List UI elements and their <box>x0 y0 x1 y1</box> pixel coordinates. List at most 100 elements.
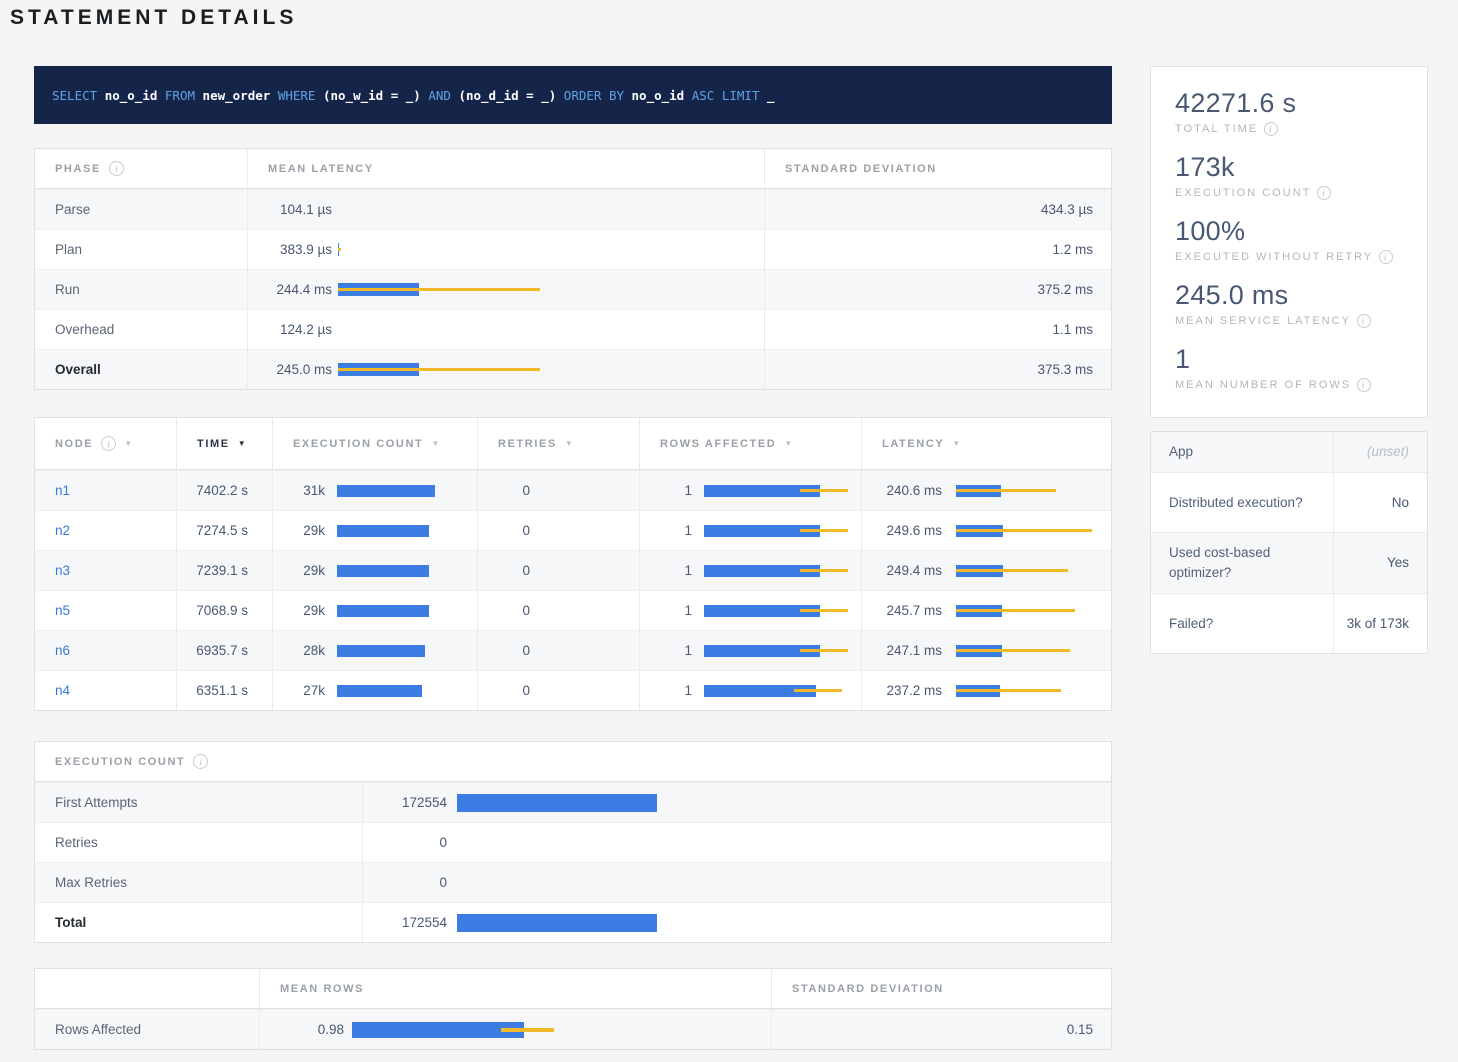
table-row: n4 6351.1 s 27k 0 1 237.2 ms <box>35 670 1111 710</box>
sql-token: WHERE <box>278 88 323 103</box>
latency-column-header[interactable]: LATENCY▼ <box>861 418 1113 469</box>
table-row: Total 172554 <box>35 902 1111 942</box>
info-icon[interactable]: i <box>193 754 208 769</box>
latency-bar <box>956 605 1099 617</box>
table-row: Rows Affected 0.98 0.15 <box>35 1009 1111 1049</box>
sort-arrow-icon: ▼ <box>952 439 960 448</box>
detail-row-distributed-execution: Distributed execution? No <box>1151 472 1427 532</box>
rows-affected-bar <box>704 565 847 577</box>
execution-count-header: EXECUTION COUNTi <box>35 742 1111 782</box>
count-bar <box>457 914 1099 932</box>
count-bar <box>457 874 1099 892</box>
sql-token: no_o_id <box>105 88 165 103</box>
table-row: n6 6935.7 s 28k 0 1 247.1 ms <box>35 630 1111 670</box>
info-icon[interactable]: i <box>109 161 124 176</box>
table-row: n1 7402.2 s 31k 0 1 240.6 ms <box>35 470 1111 510</box>
node-link[interactable]: n2 <box>55 523 70 538</box>
sql-token: SELECT <box>52 88 105 103</box>
sort-arrow-icon: ▼ <box>431 439 439 448</box>
statement-details-page: SELECT no_o_id FROM new_order WHERE (no_… <box>0 0 1458 1050</box>
details-card: App (unset) Distributed execution? No Us… <box>1150 431 1428 654</box>
count-bar <box>457 834 1099 852</box>
sort-arrow-icon: ▼ <box>238 439 246 448</box>
node-column-header[interactable]: NODEi▼ <box>35 418 176 469</box>
table-row: Plan 383.9 µs 1.2 ms <box>35 229 1111 269</box>
phase-table: PHASEi MEAN LATENCY STANDARD DEVIATION P… <box>34 148 1112 390</box>
latency-bar <box>956 685 1099 697</box>
sql-token: (no_w_id = _) <box>323 88 428 103</box>
phase-header-cell: PHASEi <box>35 149 247 188</box>
rows-affected-bar <box>704 525 847 537</box>
node-link[interactable]: n5 <box>55 603 70 618</box>
sql-token: FROM <box>165 88 203 103</box>
mean-rows-bar <box>352 1022 757 1038</box>
info-icon[interactable]: i <box>1264 122 1278 136</box>
summary-sidebar: 42271.6 s TOTAL TIMEi 173k EXECUTION COU… <box>1150 66 1428 1050</box>
table-row: n2 7274.5 s 29k 0 1 249.6 ms <box>35 510 1111 550</box>
phase-table-header: PHASEi MEAN LATENCY STANDARD DEVIATION <box>35 149 1111 189</box>
sql-token: new_order <box>203 88 278 103</box>
stat-executed-without-retry: 100% EXECUTED WITHOUT RETRYi <box>1175 215 1403 264</box>
sql-token: ASC LIMIT <box>692 88 767 103</box>
rows-affected-column-header[interactable]: ROWS AFFECTED▼ <box>639 418 861 469</box>
sort-arrow-icon: ▼ <box>784 439 792 448</box>
count-bar <box>457 794 1099 812</box>
execution-count-bar <box>337 525 463 537</box>
sql-text: SELECT no_o_id FROM new_order WHERE (no_… <box>52 88 775 103</box>
stat-mean-service-latency: 245.0 ms MEAN SERVICE LATENCYi <box>1175 279 1403 328</box>
stat-total-time: 42271.6 s TOTAL TIMEi <box>1175 87 1403 136</box>
rows-affected-bar <box>704 685 847 697</box>
node-table: NODEi▼ TIME▼ EXECUTION COUNT▼ RETRIES▼ R… <box>34 417 1112 711</box>
execution-count-column-header[interactable]: EXECUTION COUNT▼ <box>272 418 477 469</box>
table-row: Overall 245.0 ms 375.3 ms <box>35 349 1111 389</box>
table-row: Overhead 124.2 µs 1.1 ms <box>35 309 1111 349</box>
stat-mean-number-of-rows: 1 MEAN NUMBER OF ROWSi <box>1175 343 1403 392</box>
sql-token: _ <box>767 88 775 103</box>
info-icon[interactable]: i <box>1357 378 1371 392</box>
time-column-header[interactable]: TIME▼ <box>176 418 272 469</box>
latency-bar <box>338 283 750 296</box>
table-row: n5 7068.9 s 29k 0 1 245.7 ms <box>35 590 1111 630</box>
table-row: n3 7239.1 s 29k 0 1 249.4 ms <box>35 550 1111 590</box>
info-icon[interactable]: i <box>1317 186 1331 200</box>
latency-bar <box>956 525 1099 537</box>
stddev-header-cell: STANDARD DEVIATION <box>764 149 1113 188</box>
table-row: Retries 0 <box>35 822 1111 862</box>
latency-bar <box>956 485 1099 497</box>
table-row: Run 244.4 ms 375.2 ms <box>35 269 1111 309</box>
execution-count-table: EXECUTION COUNTi First Attempts 172554 R… <box>34 741 1112 943</box>
latency-bar <box>956 645 1099 657</box>
latency-bar <box>338 203 750 216</box>
node-link[interactable]: n6 <box>55 643 70 658</box>
main-column: SELECT no_o_id FROM new_order WHERE (no_… <box>34 66 1112 1050</box>
sql-token: no_o_id <box>632 88 692 103</box>
rows-affected-bar <box>704 485 847 497</box>
rows-affected-header: MEAN ROWS STANDARD DEVIATION <box>35 969 1111 1009</box>
retries-column-header[interactable]: RETRIES▼ <box>477 418 639 469</box>
execution-count-bar <box>337 565 463 577</box>
latency-bar <box>338 323 750 336</box>
stats-card: 42271.6 s TOTAL TIMEi 173k EXECUTION COU… <box>1150 66 1428 418</box>
page-title: STATEMENT DETAILS <box>10 6 297 30</box>
execution-count-bar <box>337 645 463 657</box>
node-table-header: NODEi▼ TIME▼ EXECUTION COUNT▼ RETRIES▼ R… <box>35 418 1111 470</box>
rows-affected-bar <box>704 645 847 657</box>
execution-count-bar <box>337 685 463 697</box>
execution-count-bar <box>337 605 463 617</box>
execution-count-bar <box>337 485 463 497</box>
table-row: Parse 104.1 µs 434.3 µs <box>35 189 1111 229</box>
info-icon[interactable]: i <box>101 436 116 451</box>
node-link[interactable]: n4 <box>55 683 70 698</box>
info-icon[interactable]: i <box>1357 314 1371 328</box>
node-link[interactable]: n3 <box>55 563 70 578</box>
latency-bar <box>338 243 750 256</box>
sql-token: AND <box>428 88 458 103</box>
node-link[interactable]: n1 <box>55 483 70 498</box>
info-icon[interactable]: i <box>1379 250 1393 264</box>
detail-row-cost-based-optimizer: Used cost-based optimizer? Yes <box>1151 532 1427 593</box>
latency-bar <box>338 363 750 376</box>
detail-row-failed: Failed? 3k of 173k <box>1151 593 1427 653</box>
table-row: Max Retries 0 <box>35 862 1111 902</box>
stat-execution-count: 173k EXECUTION COUNTi <box>1175 151 1403 200</box>
sql-statement-box: SELECT no_o_id FROM new_order WHERE (no_… <box>34 66 1112 124</box>
